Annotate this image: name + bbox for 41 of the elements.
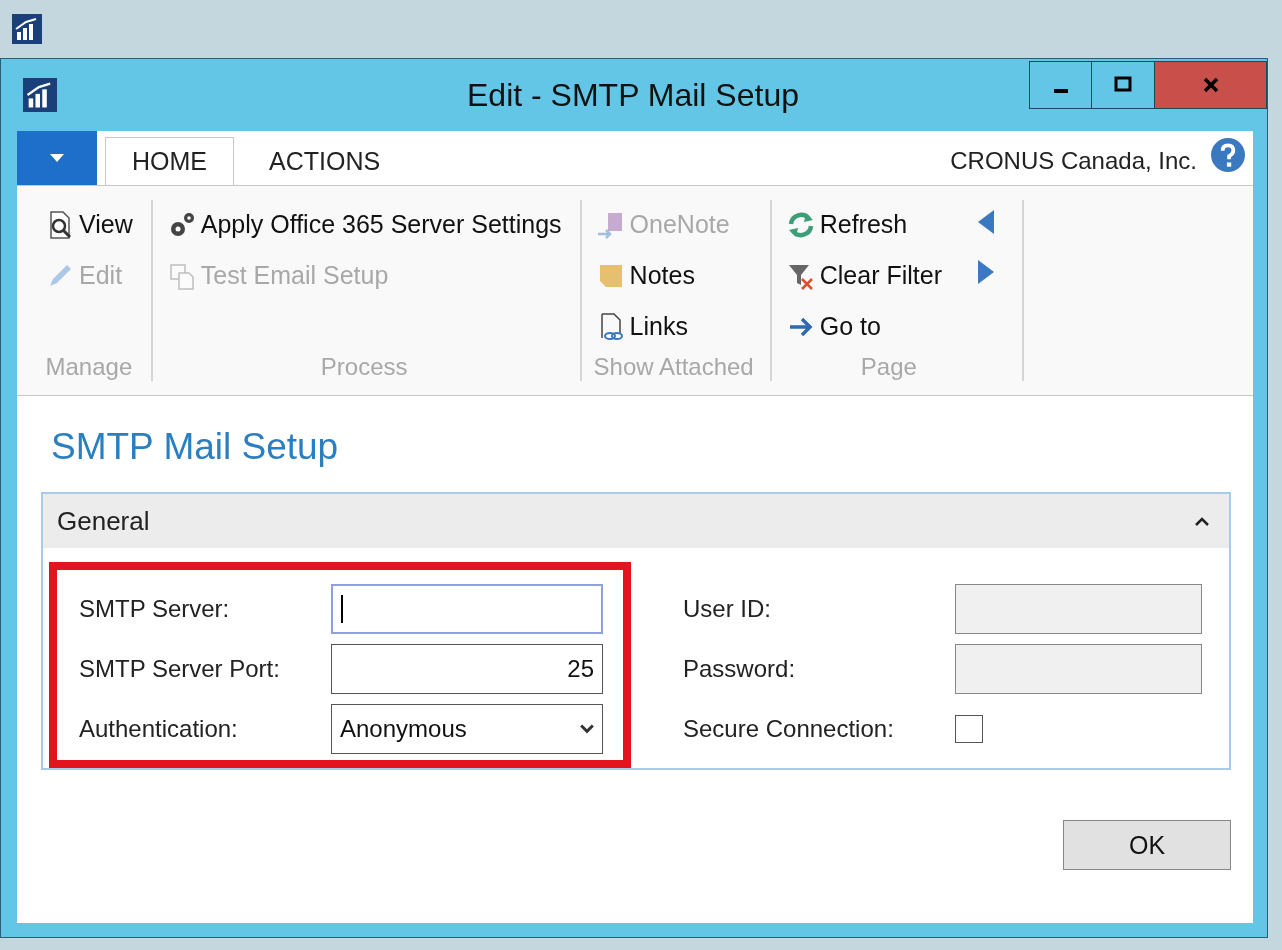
group-label: Page — [859, 353, 918, 381]
input-field[interactable]: 25 — [331, 644, 603, 694]
field-label: SMTP Server: — [79, 595, 231, 623]
chevron-icon[interactable] — [1195, 516, 1209, 526]
next-arrow-icon[interactable] — [977, 260, 994, 284]
chart-logo-icon[interactable] — [12, 14, 42, 44]
group-label: Manage — [44, 353, 134, 381]
maximize-button[interactable] — [1092, 61, 1155, 109]
ok-button[interactable]: OK — [1063, 820, 1231, 870]
text-cursor — [341, 595, 343, 623]
ribbon-action[interactable]: Notes — [593, 251, 732, 300]
group-label: Show Attached — [593, 353, 754, 381]
ribbon-action[interactable]: Go to — [783, 302, 944, 351]
window-title: Edit - SMTP Mail Setup — [466, 76, 800, 114]
dropdown-field[interactable]: Anonymous — [331, 704, 603, 754]
ribbon-action[interactable]: Clear Filter — [783, 251, 944, 300]
ribbon-tab[interactable]: HOME — [105, 137, 234, 185]
minimize-button[interactable] — [1029, 61, 1092, 109]
ribbon-action[interactable]: View — [43, 200, 135, 249]
minimize-icon — [1053, 89, 1068, 93]
ribbon-action[interactable]: Apply Office 365 Server Settings — [164, 200, 564, 249]
group-label: Process — [319, 353, 409, 381]
field-label: Authentication: — [79, 715, 239, 743]
page-title: SMTP Mail Setup — [51, 426, 340, 468]
ribbon-action[interactable]: Refresh — [783, 200, 944, 249]
caret-icon — [580, 724, 594, 734]
fasttab-header[interactable]: General — [43, 494, 1229, 548]
field-label: Secure Connection: — [683, 715, 895, 743]
input-field[interactable] — [331, 584, 603, 634]
chart-logo-icon — [23, 78, 57, 112]
help-icon[interactable] — [1211, 138, 1245, 172]
field-label: Password: — [683, 655, 797, 683]
maximize-icon — [1113, 75, 1133, 95]
field-label: SMTP Server Port: — [79, 655, 281, 683]
company-name: CRONUS Canada, Inc. — [950, 147, 1197, 175]
field-label: User ID: — [683, 595, 772, 623]
previous-arrow-icon[interactable] — [977, 210, 994, 234]
dropdown-triangle-icon — [50, 154, 64, 162]
section-title: General — [57, 505, 150, 537]
checkbox[interactable] — [955, 715, 983, 743]
ribbon-action[interactable]: Links — [593, 302, 732, 351]
